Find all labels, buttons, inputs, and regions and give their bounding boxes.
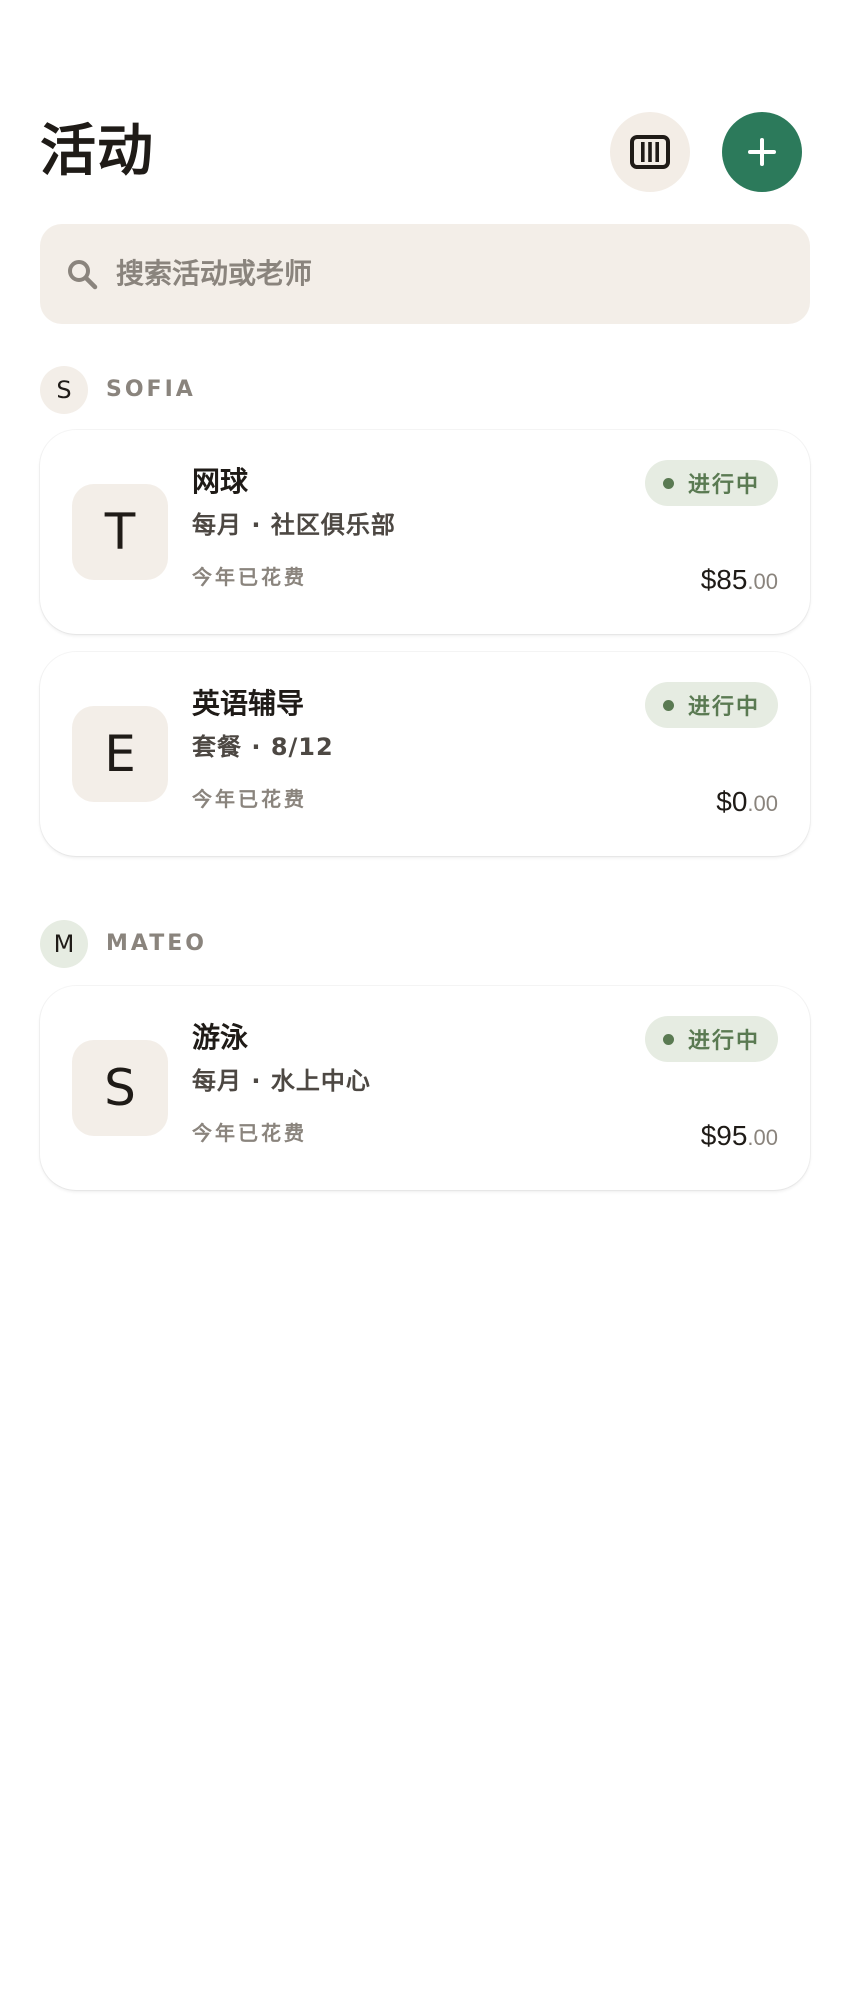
activity-card-tennis[interactable]: T 网球 每月 · 社区俱乐部 今年已花费 进行中 $85.00 bbox=[40, 430, 810, 634]
status-badge: 进行中 bbox=[644, 682, 778, 728]
status-badge: 进行中 bbox=[644, 1016, 778, 1062]
status-text: 进行中 bbox=[687, 695, 760, 720]
spent-label: 今年已花费 bbox=[192, 787, 307, 811]
calendar-icon bbox=[630, 135, 670, 169]
status-dot-icon bbox=[662, 699, 674, 711]
search-input[interactable]: 搜索活动或老师 bbox=[40, 224, 810, 324]
activity-logo: T bbox=[72, 484, 168, 580]
activities-page: 活动 搜索活动或老师 S SOFIA T 网球 每月 · 社区俱乐部 今年已花费… bbox=[0, 0, 850, 2008]
status-text: 进行中 bbox=[687, 1029, 760, 1054]
activity-subtitle: 套餐 · 8/12 bbox=[192, 733, 334, 761]
status-text: 进行中 bbox=[687, 473, 760, 498]
status-dot-icon bbox=[662, 477, 674, 489]
activity-card-english-tutoring[interactable]: E 英语辅导 套餐 · 8/12 今年已花费 进行中 $0.00 bbox=[40, 652, 810, 856]
amount-cents: .00 bbox=[747, 791, 778, 816]
add-activity-button[interactable] bbox=[722, 112, 802, 192]
avatar: S bbox=[40, 366, 88, 414]
header: 活动 bbox=[40, 112, 810, 192]
amount-cents: .00 bbox=[747, 569, 778, 594]
plus-icon bbox=[748, 138, 776, 166]
activity-title: 游泳 bbox=[192, 1021, 249, 1054]
activity-logo: E bbox=[72, 706, 168, 802]
search-placeholder: 搜索活动或老师 bbox=[116, 257, 313, 290]
spent-label: 今年已花费 bbox=[192, 1121, 307, 1145]
person-name: SOFIA bbox=[106, 377, 196, 402]
status-dot-icon bbox=[662, 1033, 674, 1045]
amount-main: $95 bbox=[700, 1120, 748, 1151]
activity-title: 网球 bbox=[192, 465, 249, 498]
calendar-button[interactable] bbox=[610, 112, 690, 192]
activity-title: 英语辅导 bbox=[192, 687, 305, 720]
spent-amount: $85.00 bbox=[701, 560, 778, 604]
search-icon bbox=[68, 260, 98, 290]
spent-amount: $0.00 bbox=[716, 782, 778, 826]
amount-cents: .00 bbox=[747, 1125, 778, 1150]
amount-main: $0 bbox=[716, 786, 748, 817]
person-name: MATEO bbox=[106, 931, 207, 956]
amount-main: $85 bbox=[700, 564, 748, 595]
activity-subtitle: 每月 · 水上中心 bbox=[192, 1067, 371, 1095]
spent-amount: $95.00 bbox=[701, 1116, 778, 1160]
avatar: M bbox=[40, 920, 88, 968]
page-title: 活动 bbox=[40, 119, 154, 184]
activity-subtitle: 每月 · 社区俱乐部 bbox=[192, 511, 396, 539]
spent-label: 今年已花费 bbox=[192, 565, 307, 589]
status-badge: 进行中 bbox=[644, 460, 778, 506]
activity-logo: S bbox=[72, 1040, 168, 1136]
activity-card-swimming[interactable]: S 游泳 每月 · 水上中心 今年已花费 进行中 $95.00 bbox=[40, 986, 810, 1190]
